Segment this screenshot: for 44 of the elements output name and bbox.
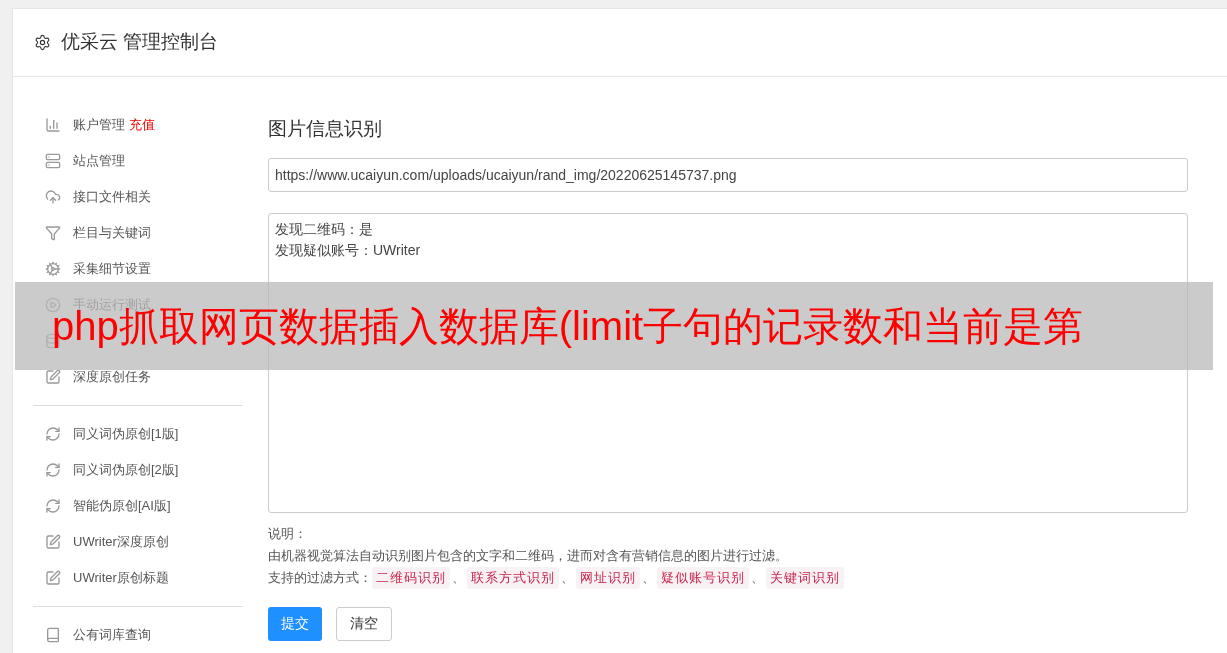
menu-item[interactable]: 账户管理 (73, 115, 125, 135)
recharge-link[interactable]: 充值 (129, 115, 155, 135)
menu-item[interactable]: 智能伪原创[AI版] (73, 496, 171, 516)
menu-item[interactable]: 接口文件相关 (73, 187, 151, 207)
refresh-icon (45, 462, 61, 478)
cloud-upload-icon (45, 189, 61, 205)
refresh-icon (45, 426, 61, 442)
menu-item[interactable]: 深度原创任务 (73, 367, 151, 387)
menu-item[interactable]: UWriter原创标题 (73, 568, 169, 588)
menu-item[interactable]: 采集细节设置 (73, 259, 151, 279)
notes-title: 说明： (268, 524, 308, 543)
edit-icon (45, 570, 61, 586)
description-text: 由机器视觉算法自动识别图片包含的文字和二维码，进而对含有营销信息的图片进行过滤。 (268, 546, 789, 565)
menu-item[interactable]: 站点管理 (73, 151, 125, 171)
result-line: 发现疑似账号：UWriter (275, 240, 421, 260)
settings-icon (34, 34, 51, 51)
filters-label: 支持的过滤方式： (268, 568, 372, 587)
result-line: 发现二维码：是 (275, 219, 373, 239)
filter-tag: 二维码识别 (372, 566, 450, 589)
edit-icon (45, 534, 61, 550)
filter-tag: 关键词识别 (766, 566, 844, 589)
server-icon (45, 153, 61, 169)
filter-tag: 联系方式识别 (467, 566, 559, 589)
edit-icon (45, 369, 61, 385)
filter-icon (45, 225, 61, 241)
section-title: 图片信息识别 (268, 117, 383, 141)
separator: 、 (751, 568, 764, 587)
menu-item[interactable]: UWriter深度原创 (73, 532, 169, 552)
filter-tag: 疑似账号识别 (657, 566, 749, 589)
menu-item[interactable]: 公有词库查询 (73, 625, 151, 645)
menu-item[interactable]: 同义词伪原创[1版] (73, 424, 179, 444)
separator: 、 (452, 568, 465, 587)
url-field[interactable]: https://www.ucaiyun.com/uploads/ucaiyun/rand_img/20220625145737.png (268, 157, 1188, 192)
separator: 、 (642, 568, 655, 587)
filter-tag: 网址识别 (576, 566, 640, 589)
cog-icon (45, 261, 61, 277)
refresh-icon (45, 498, 61, 514)
menu-item[interactable]: 同义词伪原创[2版] (73, 460, 179, 480)
separator: 、 (561, 568, 574, 587)
bar-chart-icon (45, 117, 61, 133)
book-icon (45, 627, 61, 643)
console-title: 优采云 管理控制台 (61, 30, 219, 55)
clear-button[interactable]: 清空 (336, 606, 392, 641)
menu-item[interactable]: 栏目与关键词 (73, 223, 151, 243)
